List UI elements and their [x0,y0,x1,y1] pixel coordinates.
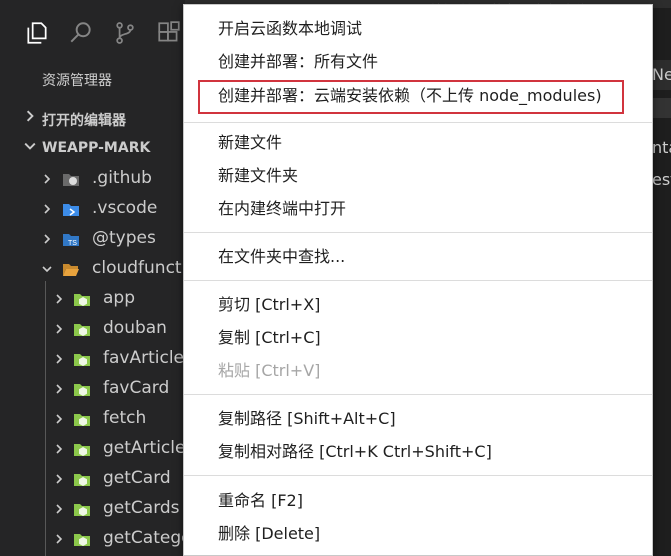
tree-item-label: getCatego [103,528,192,548]
highlight-box [198,80,624,114]
tree-item-cloudfunctions[interactable]: cloudfunctio [0,254,197,284]
chevron-right-icon [56,354,63,364]
editor-text: est [652,170,671,189]
github-folder-icon [63,174,79,186]
extensions-icon[interactable] [156,20,182,46]
node-folder-icon [74,534,90,546]
menu-item-copy-path[interactable]: 复制路径 [Shift+Alt+C] [218,404,396,434]
editor-text: nta [652,138,671,157]
node-folder-icon [74,294,90,306]
node-folder-icon [74,414,90,426]
menu-item-open-in-terminal[interactable]: 在内建终端中打开 [218,194,346,224]
menu-separator [184,280,652,281]
tree-item-label: .github [92,168,152,188]
menu-item-paste: 粘贴 [Ctrl+V] [218,361,321,380]
menu-separator [184,475,652,476]
tree-item-favcard[interactable]: favCard [0,374,185,404]
tree-item-label: douban [103,318,167,338]
section-weapp-mark[interactable]: WEAPP-MARK [0,136,185,162]
menu-item-rename[interactable]: 重命名 [F2] [218,486,303,516]
tree-item-getcatego[interactable]: getCatego [0,524,192,554]
menu-separator [184,122,652,123]
chevron-right-icon [56,504,63,514]
menu-item-new-file[interactable]: 新建文件 [218,128,282,158]
node-folder-icon [74,324,90,336]
tree-item-label: app [103,288,135,308]
menu-item-find-in-folder[interactable]: 在文件夹中查找... [218,242,345,272]
chevron-right-icon [56,474,63,484]
chevron-down-icon [24,142,36,150]
chevron-right-icon [56,414,63,424]
activity-bar [0,0,185,60]
node-folder-icon [74,444,90,456]
tree-item-label: favArticle [103,348,184,368]
section-label: WEAPP-MARK [42,140,151,156]
context-menu: 开启云函数本地调试 创建并部署：所有文件 创建并部署：云端安装依赖（不上传 no… [183,4,653,556]
chevron-right-icon [56,444,63,454]
explorer-sidebar: 资源管理器 打开的编辑器 WEAPP-MARK .github .vscode … [0,60,199,556]
node-folder-icon [74,474,90,486]
explorer-title: 资源管理器 [42,73,112,89]
tree-item-getarticled[interactable]: getArticleD [0,434,199,464]
tree-item-label: fetch [103,408,147,428]
menu-item-new-folder[interactable]: 新建文件夹 [218,161,298,191]
editor-area [652,60,671,556]
menu-item-copy[interactable]: 复制 [Ctrl+C] [218,323,321,353]
chevron-right-icon [44,234,51,244]
chevron-right-icon [44,204,51,214]
tree-item-fetch[interactable]: fetch [0,404,185,434]
tree-item-label: @types [92,228,156,248]
tree-item-douban[interactable]: douban [0,314,185,344]
menu-item-copy-relative-path[interactable]: 复制相对路径 [Ctrl+K Ctrl+Shift+C] [218,437,492,467]
chevron-down-icon [42,266,52,273]
editor-toolbar [652,98,671,118]
search-icon[interactable] [68,20,94,46]
tree-item-getcard[interactable]: getCard [0,464,185,494]
tree-item-label: favCard [103,378,170,398]
section-label: 打开的编辑器 [42,113,126,129]
source-control-icon[interactable] [112,20,138,46]
tree-item-label: getCards [103,498,180,518]
chevron-right-icon [56,384,63,394]
menu-item-local-debug[interactable]: 开启云函数本地调试 [218,14,362,44]
tree-item-github[interactable]: .github [0,164,185,194]
chevron-right-icon [26,110,34,122]
section-open-editors[interactable]: 打开的编辑器 [0,106,185,132]
folder-open-icon [63,264,79,276]
chevron-right-icon [56,324,63,334]
menu-item-deploy-all[interactable]: 创建并部署：所有文件 [218,47,378,77]
tree-item-favarticle[interactable]: favArticle [0,344,185,374]
node-folder-icon [74,354,90,366]
tree-item-label: getCard [103,468,171,488]
vscode-folder-icon [63,204,79,216]
menu-separator [184,232,652,233]
tree-item-app[interactable]: app [0,284,185,314]
chevron-right-icon [56,294,63,304]
menu-item-cut[interactable]: 剪切 [Ctrl+X] [218,290,320,320]
tree-item-types[interactable]: TS @types [0,224,185,254]
node-folder-icon [74,504,90,516]
svg-text:TS: TS [68,240,77,247]
editor-tab-label: Ne [652,65,671,84]
chevron-right-icon [56,534,63,544]
tree-item-getcards[interactable]: getCards [0,494,185,524]
node-folder-icon [74,384,90,396]
tree-item-vscode[interactable]: .vscode [0,194,185,224]
chevron-right-icon [44,174,51,184]
tree-item-label: .vscode [92,198,158,218]
files-icon[interactable] [24,20,50,46]
menu-item-delete[interactable]: 删除 [Delete] [218,519,320,549]
menu-separator [184,394,652,395]
tree-item-label: cloudfunctio [92,258,197,278]
typescript-folder-icon: TS [63,234,79,247]
